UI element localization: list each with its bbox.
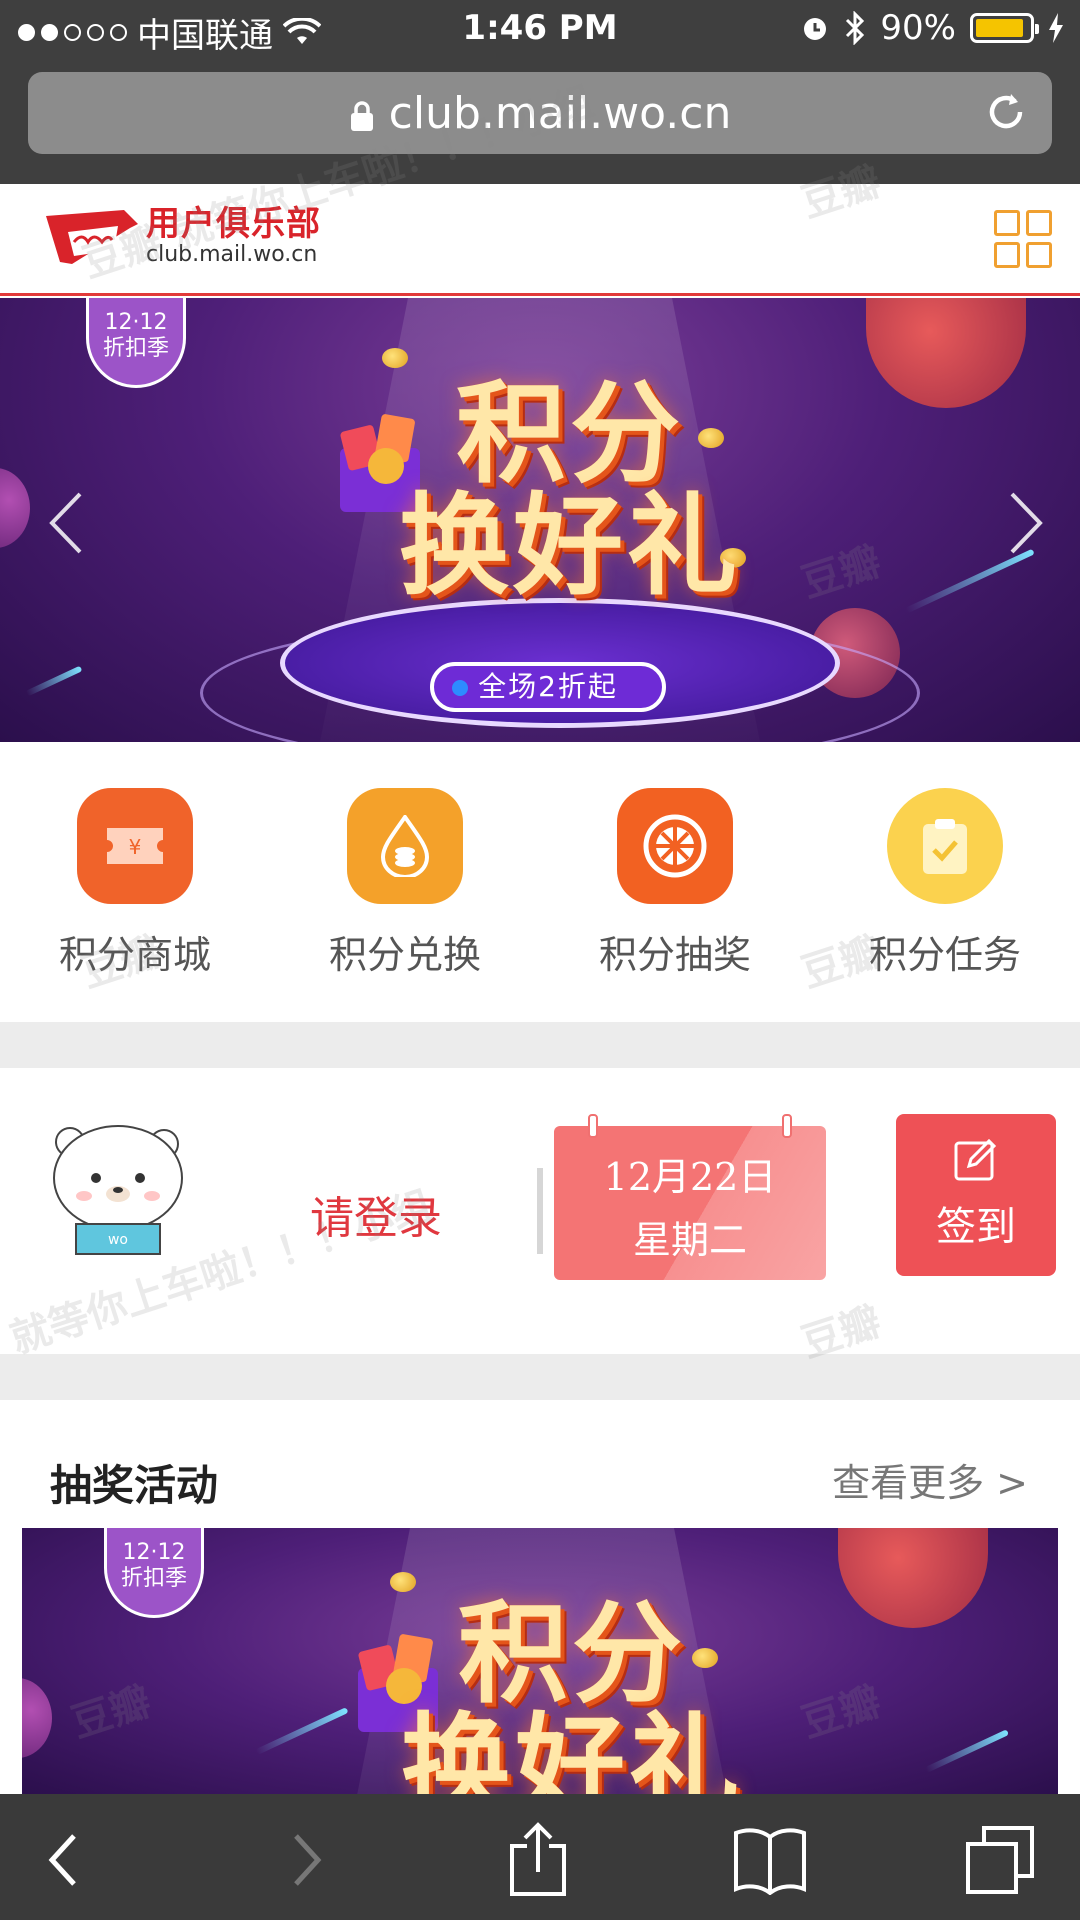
edit-icon	[954, 1138, 997, 1181]
logo-mark-icon	[46, 210, 138, 264]
ticket-icon: ¥	[77, 788, 193, 904]
promo-badge-line2: 折扣季	[102, 336, 169, 361]
browser-chrome: 中国联通 1:46 PM 90% club.mail.wo.cn	[0, 0, 1080, 184]
banner-pill: 全场2折起	[430, 662, 666, 712]
shortcut-points-exchange[interactable]: 积分兑换	[295, 788, 515, 979]
hero-banner[interactable]: 12·12 折扣季 积分 换好礼 全场2折起	[0, 298, 1080, 742]
menu-grid-icon[interactable]	[994, 210, 1052, 268]
site-header: 用户俱乐部 club.mail.wo.cn	[0, 184, 1080, 296]
banner-title-line2: 换好礼	[401, 1702, 743, 1794]
banner-title-line1: 积分	[456, 370, 684, 498]
promo-badge-line1: 12·12	[104, 310, 168, 335]
share-icon	[510, 1822, 566, 1896]
status-bar: 中国联通 1:46 PM 90%	[0, 0, 1080, 60]
shortcut-points-mall[interactable]: ¥ 积分商城	[25, 788, 245, 979]
planet-decoration	[838, 1528, 988, 1628]
forward-button[interactable]	[266, 1820, 346, 1900]
site-logo[interactable]: 用户俱乐部 club.mail.wo.cn	[44, 206, 321, 268]
banner-title-line2: 换好礼	[399, 482, 741, 610]
battery-percent: 90%	[880, 8, 956, 48]
alarm-icon	[804, 18, 827, 40]
clipboard-check-icon	[887, 788, 1003, 904]
coins-drop-icon	[347, 788, 463, 904]
view-more-link[interactable]: 查看更多 >	[832, 1452, 1028, 1507]
signin-label: 签到	[936, 1204, 1016, 1250]
svg-text:¥: ¥	[129, 835, 142, 859]
status-right: 90%	[800, 8, 1064, 48]
banner-title-line1: 积分	[458, 1590, 686, 1718]
shortcut-label: 积分兑换	[328, 933, 481, 977]
promo-badge: 12·12 折扣季	[86, 298, 186, 388]
calendar-date: 12月22日	[603, 1155, 777, 1199]
shortcut-label: 积分商城	[58, 933, 211, 977]
coin-decoration	[390, 1572, 416, 1592]
share-button[interactable]	[498, 1820, 578, 1900]
section-divider	[0, 1022, 1080, 1068]
wheel-icon	[617, 788, 733, 904]
back-button[interactable]	[24, 1820, 104, 1900]
meteor-streak	[924, 1729, 1010, 1773]
vertical-divider	[537, 1168, 543, 1254]
reload-icon[interactable]	[982, 88, 1030, 136]
meteor-streak	[905, 548, 1035, 614]
mascot-bear-avatar: wo	[53, 1125, 183, 1255]
shortcut-points-tasks[interactable]: 积分任务	[835, 788, 1055, 979]
meteor-streak	[255, 1707, 349, 1755]
address-text-wrap: club.mail.wo.cn	[28, 88, 1052, 139]
coin-decoration	[382, 348, 408, 368]
browser-toolbar	[0, 1794, 1080, 1920]
promo-badge-line2: 折扣季	[120, 1566, 187, 1591]
shortcut-points-lottery[interactable]: 积分抽奖	[565, 788, 785, 979]
chevron-right-icon[interactable]	[992, 488, 1052, 558]
checkin-panel: wo 请登录 12月22日 星期二 签到	[0, 1068, 1080, 1354]
forward-arrow-icon	[294, 1834, 322, 1886]
back-arrow-icon	[48, 1834, 76, 1886]
banner-pill-text: 全场2折起	[478, 670, 618, 703]
shortcut-row: ¥ 积分商城 积分兑换 积分抽奖 积分任务	[0, 742, 1080, 1022]
bookmarks-book-icon	[734, 1828, 806, 1895]
signin-button[interactable]: 签到	[896, 1114, 1056, 1276]
lock-icon	[350, 101, 373, 131]
promo-badge: 12·12 折扣季	[104, 1528, 204, 1618]
section-divider	[0, 1354, 1080, 1400]
charging-icon	[1049, 13, 1063, 43]
meteor-streak	[25, 665, 83, 697]
battery-icon	[970, 13, 1039, 43]
logo-en: club.mail.wo.cn	[146, 242, 318, 267]
banner-title: 积分 换好礼	[360, 378, 780, 602]
planet-decoration	[22, 1678, 52, 1758]
logo-text: 用户俱乐部 club.mail.wo.cn	[146, 206, 321, 268]
logo-cn: 用户俱乐部	[146, 204, 321, 244]
shortcut-label: 积分抽奖	[598, 933, 751, 977]
bookmarks-button[interactable]	[730, 1820, 810, 1900]
login-link[interactable]: 请登录	[310, 1182, 442, 1246]
chevron-left-icon[interactable]	[40, 488, 100, 558]
lottery-section-title: 抽奖活动	[50, 1461, 219, 1510]
banner-title: 积分 换好礼	[362, 1598, 782, 1794]
svg-text:wo: wo	[108, 1232, 128, 1248]
planet-decoration	[0, 468, 30, 548]
promo-badge-line1: 12·12	[122, 1540, 186, 1565]
url-text: club.mail.wo.cn	[388, 88, 732, 139]
calendar-weekday: 星期二	[632, 1218, 747, 1262]
planet-decoration	[866, 298, 1026, 408]
bluetooth-icon	[846, 11, 865, 45]
tabs-icon	[966, 1826, 1034, 1894]
tabs-button[interactable]	[960, 1820, 1040, 1900]
address-bar[interactable]: club.mail.wo.cn	[28, 72, 1052, 154]
lottery-banner[interactable]: 12·12 折扣季 积分 换好礼	[22, 1528, 1058, 1794]
carousel-indicator-dot	[452, 680, 468, 696]
date-calendar-card: 12月22日 星期二	[554, 1114, 826, 1280]
shortcut-label: 积分任务	[868, 933, 1021, 977]
